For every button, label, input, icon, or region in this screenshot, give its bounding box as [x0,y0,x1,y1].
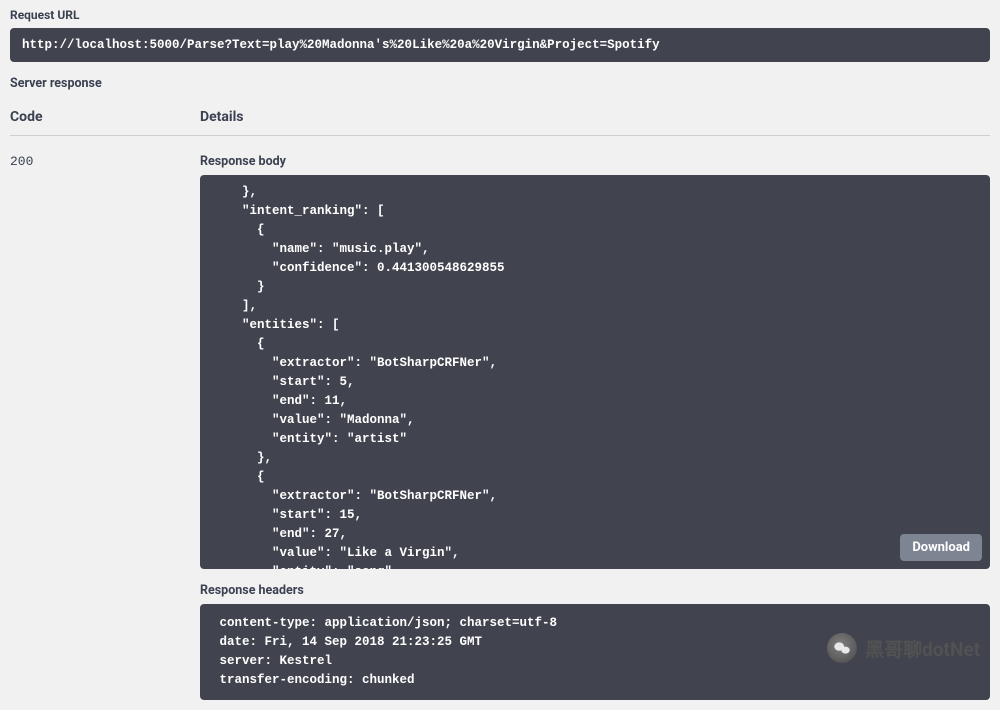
status-code: 200 [10,154,200,700]
request-url-label: Request URL [10,8,990,22]
server-response-label: Server response [10,76,990,91]
code-column-header: Code [10,109,200,125]
response-row: 200 Response body }, "intent_ranking": [… [10,154,990,700]
response-headers-content: content-type: application/json; charset=… [200,604,990,700]
response-table-header: Code Details [10,109,990,136]
download-button[interactable]: Download [900,534,982,561]
request-url-value: http://localhost:5000/Parse?Text=play%20… [10,28,990,62]
response-headers-label: Response headers [200,583,990,598]
response-body-label: Response body [200,154,990,169]
response-body-content[interactable]: }, "intent_ranking": [ { "name": "music.… [200,175,990,569]
details-column-header: Details [200,109,990,125]
